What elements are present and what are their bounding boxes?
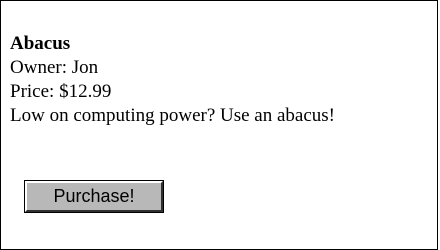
product-panel: Abacus Owner: Jon Price: $12.99 Low on c…	[0, 0, 438, 250]
product-owner: Owner: Jon	[10, 57, 99, 78]
purchase-button[interactable]: Purchase!	[25, 181, 163, 212]
product-details: Abacus Owner: Jon Price: $12.99 Low on c…	[10, 32, 435, 128]
product-price: Price: $12.99	[10, 81, 112, 102]
product-name: Abacus	[10, 33, 71, 54]
product-description: Low on computing power? Use an abacus!	[10, 105, 336, 126]
